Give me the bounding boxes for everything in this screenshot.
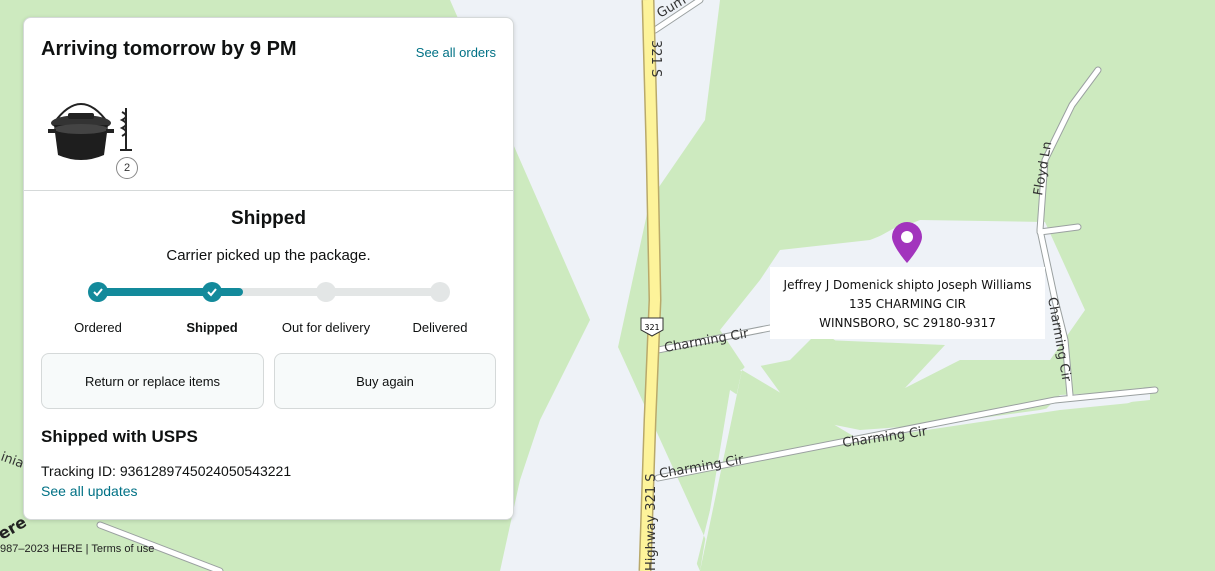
step-ordered-check-icon [88,282,108,302]
copyright-text: 987–2023 HERE | [0,543,92,555]
lid-lifter-product-image[interactable] [116,106,136,154]
step-label-ordered: Ordered [74,320,122,335]
dutch-oven-product-image[interactable] [46,93,116,165]
route-shield-label: 321 [644,323,659,332]
step-out-for-delivery-dot [316,282,336,302]
divider [24,190,513,191]
buy-again-button[interactable]: Buy again [274,353,496,409]
road-label: 321 S [648,40,663,77]
see-all-updates-link[interactable]: See all updates [41,483,138,499]
step-label-delivered: Delivered [412,320,468,335]
tracking-id: Tracking ID: 9361289745024050543221 [41,463,292,479]
map-copyright: 987–2023 HERE | Terms of use [0,543,154,555]
return-replace-button[interactable]: Return or replace items [41,353,264,409]
step-delivered-dot [430,282,450,302]
address-label: Jeffrey J Domenick shipto Joseph William… [770,267,1045,339]
step-label-shipped: Shipped [186,320,238,335]
address-street: 135 CHARMING CIR [849,297,966,311]
step-label-out-for-delivery: Out for delivery [281,320,371,335]
shipment-status-title: Shipped [231,208,306,229]
shipment-status-subtitle: Carrier picked up the package. [166,247,371,264]
address-city: WINNSBORO, SC 29180-9317 [819,316,996,330]
step-shipped-check-icon [202,282,222,302]
item-count-badge: 2 [116,157,138,179]
location-pin-icon[interactable] [889,221,925,265]
terms-of-use-link[interactable]: Terms of use [91,543,154,555]
address-recipient: Jeffrey J Domenick shipto Joseph William… [783,278,1032,292]
road-label: Highway 321 S [644,474,659,571]
order-tracking-panel: Arriving tomorrow by 9 PM See all orders… [23,17,514,520]
carrier-heading: Shipped with USPS [41,427,198,446]
see-all-orders-link[interactable]: See all orders [416,45,496,60]
arrival-heading: Arriving tomorrow by 9 PM [41,38,297,60]
